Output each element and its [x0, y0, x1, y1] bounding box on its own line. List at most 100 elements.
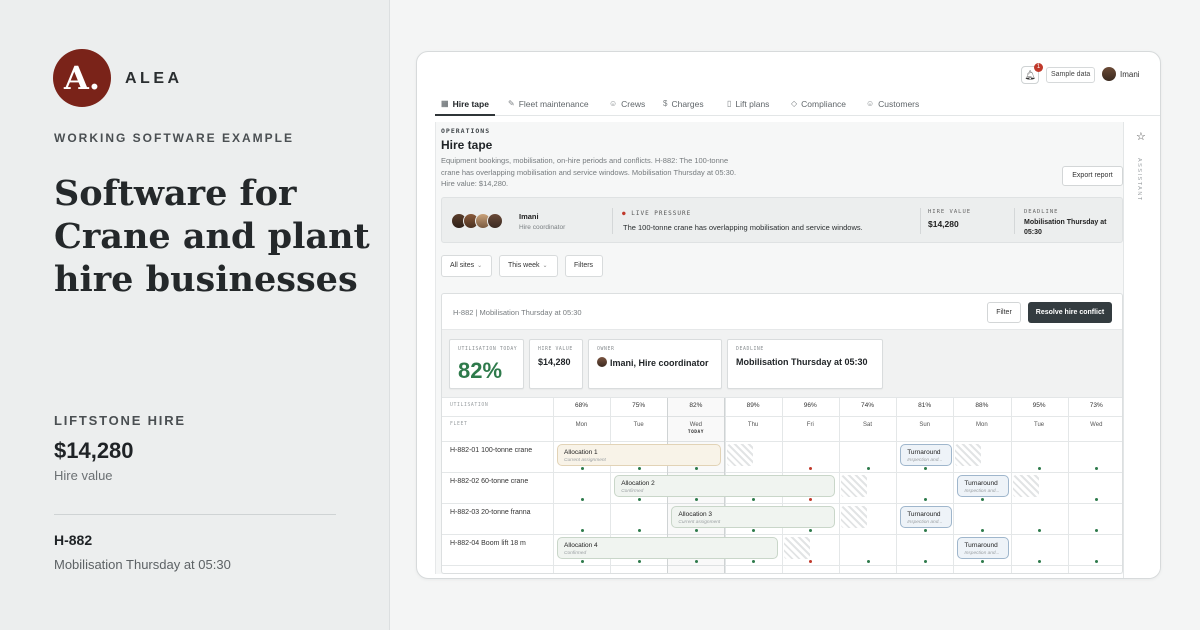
tab-bar: ▦ Hire tape ✎ Fleet maintenance ☺ Crews $ Ch… [435, 92, 1160, 116]
utilisation-card: UTILISATION TODAY 82% [449, 339, 524, 389]
service-window [841, 475, 867, 497]
tab-crews[interactable]: ☺ Crews [609, 92, 645, 116]
day-header: Fri [806, 422, 814, 428]
sites-dropdown[interactable]: All sites ⌄ [441, 255, 492, 277]
coordinator-role: Hire coordinator [519, 224, 566, 231]
status-dot [695, 467, 698, 470]
day-header: Tue [633, 422, 644, 428]
status-dot [866, 467, 870, 470]
hire-value: $14,280 [54, 438, 134, 463]
dollar-icon: $ [663, 99, 668, 108]
owner-value: Imani, Hire coordinator [597, 357, 709, 368]
avatar[interactable] [1102, 67, 1116, 81]
export-report-button[interactable]: Export report [1062, 166, 1123, 186]
status-dot [1095, 498, 1099, 501]
tab-lift-plans[interactable]: ▯ Lift plans [727, 92, 769, 116]
divider [1014, 208, 1015, 234]
turnaround-block[interactable]: Turnaround Inspection and... [900, 506, 953, 528]
status-dot [580, 498, 584, 501]
utilisation-value: 81% [918, 402, 932, 409]
status-dot [1095, 529, 1099, 532]
deadline-card: DEADLINE Mobilisation Thursday at 05:30 [727, 339, 883, 389]
page-description: Equipment bookings, mobilisation, on-hir… [441, 156, 737, 188]
status-dot [923, 467, 927, 470]
block-sublabel: Current assignment [678, 520, 721, 525]
turnaround-block[interactable]: Turnaround Inspection and... [957, 537, 1010, 559]
document-icon: ▯ [727, 99, 732, 108]
tab-compliance[interactable]: ◇ Compliance [791, 92, 846, 116]
block-sublabel: Inspection and... [964, 551, 1000, 556]
status-dot [923, 529, 927, 532]
service-window [783, 537, 810, 559]
tab-fleet-maintenance[interactable]: ✎ Fleet maintenance [508, 92, 589, 116]
job-reference: H-882 [54, 532, 93, 548]
resolve-conflict-button[interactable]: Resolve hire conflict [1028, 302, 1112, 323]
block-label: Turnaround [964, 480, 998, 487]
page-title: Hire tape [441, 138, 493, 152]
status-dot [923, 498, 927, 501]
status-dot [1038, 467, 1042, 470]
block-sublabel: Confirmed [621, 489, 644, 494]
status-dot [752, 529, 756, 532]
status-dot [923, 560, 927, 563]
status-dot [752, 498, 756, 501]
allocation-block[interactable]: Allocation 1 Current assignment [557, 444, 721, 466]
status-dot [809, 467, 813, 470]
company-name: LIFTSTONE HIRE [54, 413, 186, 428]
utilisation-value: 73% [1089, 402, 1103, 409]
status-dot [637, 467, 641, 470]
fleet-name[interactable]: H-882-02 60-tonne crane [450, 478, 528, 485]
allocation-block[interactable]: Allocation 4 Confirmed [557, 537, 778, 559]
fleet-name[interactable]: H-882-03 20-tonne franna [450, 509, 531, 516]
allocation-block[interactable]: Allocation 3 Current assignment [671, 506, 835, 528]
tab-customers[interactable]: ☺ Customers [866, 92, 919, 116]
assistant-label: ASSISTANT [1136, 158, 1142, 202]
turnaround-block[interactable]: Turnaround Inspection and... [957, 475, 1010, 497]
status-dot [752, 560, 756, 563]
status-dot [809, 529, 813, 532]
block-label: Turnaround [907, 449, 941, 456]
status-dot [866, 560, 870, 563]
hire-value: $14,280 [928, 219, 959, 229]
filter-button[interactable]: Filter [987, 302, 1021, 323]
block-sublabel: Inspection and... [907, 520, 943, 525]
board-header: H-882 | Mobilisation Thursday at 05:30 F… [442, 294, 1122, 330]
tab-charges[interactable]: $ Charges [663, 92, 704, 116]
chevron-down-icon: ⌄ [542, 263, 548, 269]
utilisation-row-label: UTILISATION [450, 403, 489, 408]
status-dot [637, 529, 641, 532]
fleet-name[interactable]: H-882-01 100-tonne crane [450, 447, 532, 454]
sample-data-button[interactable]: Sample data [1046, 67, 1096, 83]
allocation-block[interactable]: Allocation 2 Confirmed [614, 475, 835, 497]
today-label: TODAY [687, 430, 704, 435]
status-dot [981, 498, 984, 501]
service-window [955, 444, 982, 466]
star-icon[interactable]: ☆ [1136, 130, 1146, 143]
turnaround-block[interactable]: Turnaround Inspection and... [900, 444, 953, 466]
status-dot [580, 467, 584, 470]
block-sublabel: Confirmed [564, 551, 587, 556]
app-window: 🔔︎ 1 Sample data Imani ▦ Hire tape ✎ Fleet… [416, 51, 1161, 579]
status-dot [695, 498, 698, 501]
week-dropdown[interactable]: This week ⌄ [499, 255, 558, 277]
fleet-name[interactable]: H-882-04 Boom lift 18 m [450, 540, 526, 547]
tab-hire-tape[interactable]: ▦ Hire tape [435, 92, 495, 116]
divider [920, 208, 921, 234]
block-label: Turnaround [907, 511, 941, 518]
utilisation-value: 74% [860, 402, 874, 409]
day-header: Thu [747, 422, 759, 428]
owner-card: OWNER Imani, Hire coordinator [588, 339, 722, 389]
block-sublabel: Inspection and... [907, 458, 943, 463]
service-window [1012, 475, 1039, 497]
notification-badge: 1 [1034, 63, 1043, 72]
status-dot [695, 560, 698, 563]
utilisation-value: 96% [803, 402, 817, 409]
summary-cards: UTILISATION TODAY 82% HIRE VALUE $14,280… [442, 330, 1122, 398]
schedule-grid: UTILISATION FLEET 68% Mon 75% Tue 82% Wed 89% T… [442, 398, 1122, 573]
live-pressure-message: The 100-tonne crane has overlapping mobi… [623, 223, 863, 232]
user-name[interactable]: Imani [1120, 70, 1140, 79]
status-dot [981, 529, 984, 532]
promo-panel: A. ALEA WORKING SOFTWARE EXAMPLE Softwar… [0, 0, 390, 630]
eyebrow: WORKING SOFTWARE EXAMPLE [54, 131, 294, 145]
filters-button[interactable]: Filters [565, 255, 603, 277]
